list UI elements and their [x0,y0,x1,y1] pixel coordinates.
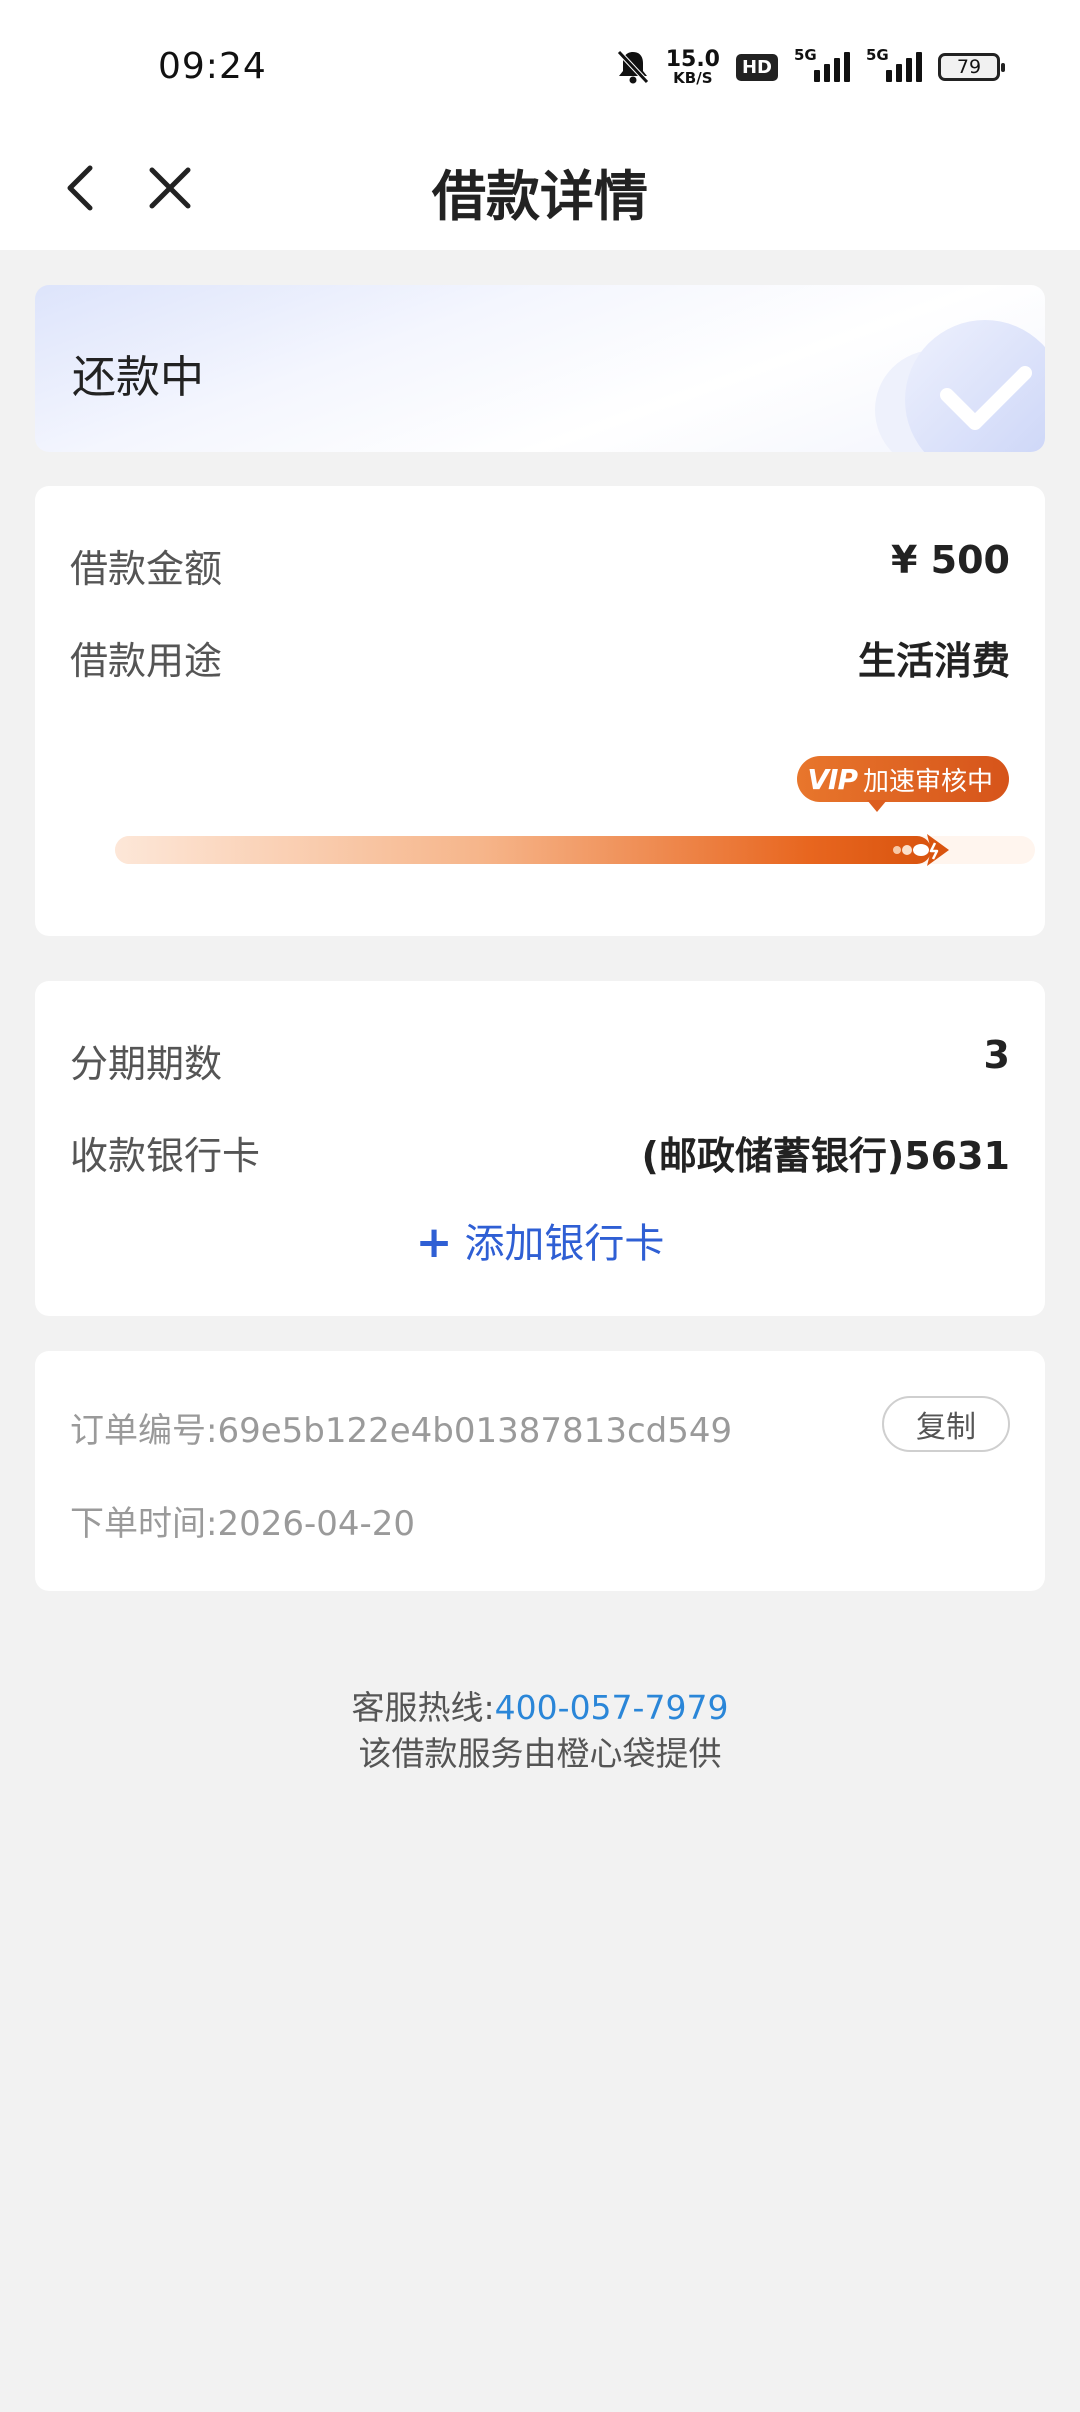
hotline-label: 客服热线: [351,1688,495,1727]
order-time-label: 下单时间: [70,1504,218,1544]
provider-text: 该借款服务由橙心袋提供 [358,1734,722,1773]
page-title: 借款详情 [432,165,648,228]
loan-purpose-value: 生活消费 [857,639,1010,683]
signal-icon-2: 5G [866,46,922,82]
signal-tag: 5G [794,46,817,64]
progress-track [115,834,1035,866]
loan-purpose-label: 借款用途 [70,639,223,683]
bank-card-value: (邮政储蓄银行)5631 [641,1134,1011,1178]
order-number-label: 订单编号: [70,1411,218,1451]
hotline-link[interactable]: 400-057-7979 [495,1688,729,1727]
vip-mark: VIP [807,762,858,796]
net-speed-unit: KB/S [673,68,713,87]
installment-card: 分期期数 3 收款银行卡 (邮政储蓄银行)5631 + 添加银行卡 [35,981,1045,1316]
loan-info-card: 借款金额 ¥ 500 借款用途 生活消费 VIP 加速审核中 [35,486,1045,936]
order-time: 下单时间:2026-04-20 [70,1496,415,1545]
hotline-line: 客服热线:400-057-7979 [0,1685,1080,1731]
net-speed-value: 15.0 [665,46,720,72]
nav-bar: 借款详情 [0,130,1080,250]
rocket-icon [893,834,949,866]
signal-tag-2: 5G [866,46,889,64]
add-bank-card-label: 添加银行卡 [464,1221,665,1267]
battery-level: 79 [956,56,982,78]
bank-card-label: 收款银行卡 [70,1134,261,1178]
progress-fill [115,836,931,864]
loan-status: 还款中 [72,352,204,403]
order-number: 订单编号:69e5b122e4b01387813cd549 [70,1403,732,1452]
loan-amount-value: ¥ 500 [891,538,1010,582]
periods-label: 分期期数 [70,1042,223,1086]
status-bar: 09:24 15.0 KB/S HD 5G 5G 79 [0,0,1080,130]
copy-button[interactable]: 复制 [882,1396,1010,1452]
vip-badge-text: 加速审核中 [862,766,993,797]
signal-icon: 5G [794,46,850,82]
order-card: 订单编号:69e5b122e4b01387813cd549 复制 下单时间:20… [35,1351,1045,1591]
vip-badge: VIP 加速审核中 [797,756,1009,812]
hd-badge: HD [735,53,778,81]
order-number-value: 69e5b122e4b01387813cd549 [217,1411,733,1451]
add-bank-card-button[interactable]: + 添加银行卡 [35,1211,1045,1269]
net-speed: 15.0 KB/S [665,46,720,87]
bell-muted-icon [616,50,649,84]
status-time: 09:24 [158,46,267,87]
plus-icon: + [415,1217,453,1268]
loan-status-card: 还款中 [35,285,1045,452]
review-progress: VIP 加速审核中 [79,756,1035,876]
status-icons: 15.0 KB/S HD 5G 5G 79 [616,44,1005,90]
battery-icon: 79 [938,53,1005,81]
check-circle-icon [875,320,1045,452]
order-time-value: 2026-04-20 [217,1504,416,1544]
periods-value: 3 [983,1033,1010,1077]
footer: 客服热线:400-057-7979 该借款服务由橙心袋提供 [0,1685,1080,1777]
loan-amount-label: 借款金额 [70,547,223,591]
